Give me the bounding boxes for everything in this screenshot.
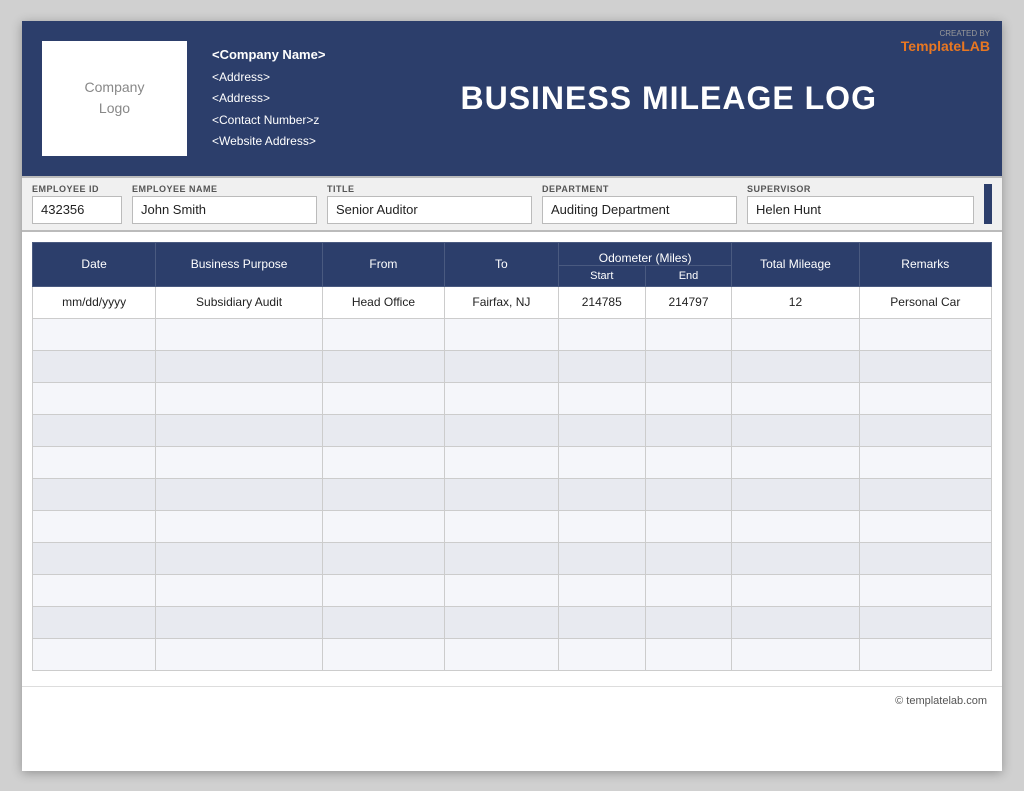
employee-id-group: EMPLOYEE ID 432356: [32, 184, 122, 224]
logo-placeholder: Company Logo: [85, 77, 145, 119]
table-row[interactable]: [33, 382, 992, 414]
brand-template: Template: [901, 38, 961, 54]
col-start: Start: [558, 265, 645, 286]
col-business-purpose: Business Purpose: [156, 242, 323, 286]
company-contact: <Contact Number>z: [212, 110, 325, 132]
brand-lab: LAB: [961, 38, 990, 54]
table-row[interactable]: [33, 414, 992, 446]
employee-dept-value[interactable]: Auditing Department: [542, 196, 737, 224]
company-info: <Company Name> <Address> <Address> <Cont…: [202, 21, 335, 176]
copyright-text: © templatelab.com: [895, 695, 987, 707]
table-row[interactable]: [33, 478, 992, 510]
company-website: <Website Address>: [212, 131, 325, 153]
brand-name: TemplateLAB: [901, 38, 990, 54]
employee-title-value[interactable]: Senior Auditor: [327, 196, 532, 224]
document-title: BUSINESS MILEAGE LOG: [460, 80, 876, 117]
col-remarks: Remarks: [859, 242, 991, 286]
logo-line1: Company: [85, 79, 145, 95]
company-name: <Company Name>: [212, 43, 325, 66]
employee-title-group: TITLE Senior Auditor: [327, 184, 532, 224]
page: CREATED BY TemplateLAB Company Logo <Com…: [22, 21, 1002, 771]
table-header-row: Date Business Purpose From To Odometer (…: [33, 242, 992, 265]
document-header: Company Logo <Company Name> <Address> <A…: [22, 21, 1002, 176]
employee-info-section: EMPLOYEE ID 432356 EMPLOYEE NAME John Sm…: [22, 176, 1002, 232]
employee-dept-group: DEPARTMENT Auditing Department: [542, 184, 737, 224]
table-row[interactable]: [33, 638, 992, 670]
mileage-table: Date Business Purpose From To Odometer (…: [32, 242, 992, 671]
logo-box: Company Logo: [42, 41, 187, 156]
employee-name-group: EMPLOYEE NAME John Smith: [132, 184, 317, 224]
table-body: mm/dd/yyyySubsidiary AuditHead OfficeFai…: [33, 286, 992, 670]
table-container: Date Business Purpose From To Odometer (…: [22, 232, 1002, 681]
company-address1: <Address>: [212, 67, 325, 89]
templatelab-branding: CREATED BY TemplateLAB: [901, 29, 990, 54]
table-row[interactable]: [33, 510, 992, 542]
table-row[interactable]: [33, 542, 992, 574]
supervisor-bar: [984, 184, 992, 224]
created-by-label: CREATED BY: [901, 29, 990, 38]
employee-dept-label: DEPARTMENT: [542, 184, 737, 194]
employee-title-label: TITLE: [327, 184, 532, 194]
employee-supervisor-value[interactable]: Helen Hunt: [747, 196, 974, 224]
col-total-mileage: Total Mileage: [732, 242, 859, 286]
employee-id-value[interactable]: 432356: [32, 196, 122, 224]
table-row[interactable]: [33, 318, 992, 350]
employee-name-value[interactable]: John Smith: [132, 196, 317, 224]
table-row[interactable]: [33, 446, 992, 478]
employee-supervisor-group: SUPERVISOR Helen Hunt: [747, 184, 974, 224]
table-row[interactable]: [33, 574, 992, 606]
col-odometer: Odometer (Miles): [558, 242, 731, 265]
company-address2: <Address>: [212, 88, 325, 110]
table-row[interactable]: [33, 606, 992, 638]
col-end: End: [645, 265, 732, 286]
table-row[interactable]: mm/dd/yyyySubsidiary AuditHead OfficeFai…: [33, 286, 992, 318]
employee-supervisor-label: SUPERVISOR: [747, 184, 974, 194]
table-row[interactable]: [33, 350, 992, 382]
employee-name-label: EMPLOYEE NAME: [132, 184, 317, 194]
page-footer: © templatelab.com: [22, 686, 1002, 715]
employee-id-label: EMPLOYEE ID: [32, 184, 122, 194]
col-from: From: [323, 242, 445, 286]
col-date: Date: [33, 242, 156, 286]
employee-fields: EMPLOYEE ID 432356 EMPLOYEE NAME John Sm…: [32, 184, 992, 224]
col-to: To: [444, 242, 558, 286]
logo-line2: Logo: [99, 100, 130, 116]
